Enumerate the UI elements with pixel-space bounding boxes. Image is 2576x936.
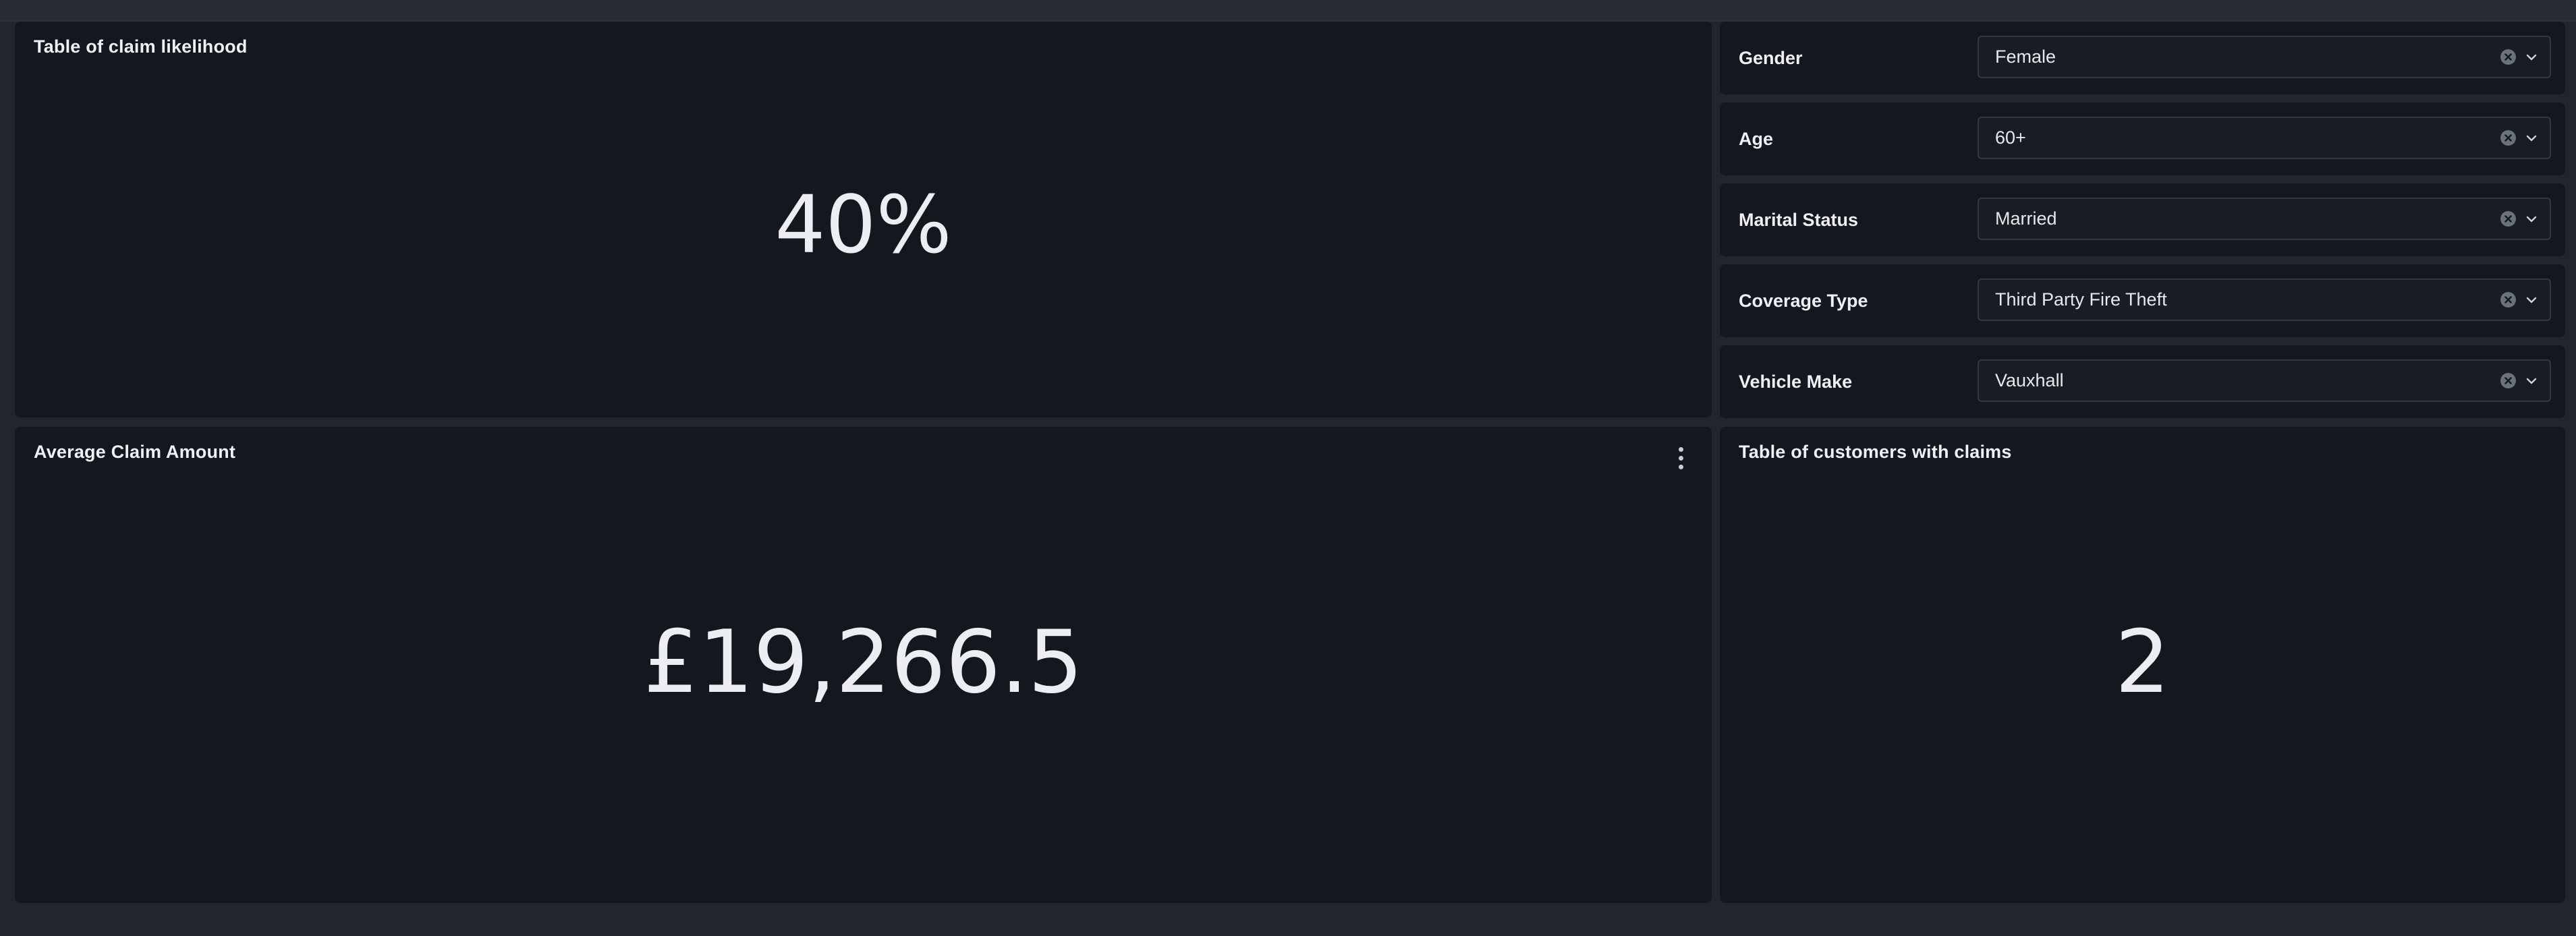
- customers-with-claims-panel: Table of customers with claims 2: [1720, 427, 2565, 903]
- filter-gender: Gender Female: [1720, 22, 2565, 94]
- clear-icon[interactable]: [2500, 130, 2516, 146]
- coverage-type-select[interactable]: Third Party Fire Theft: [1978, 279, 2551, 321]
- customers-with-claims-value: 2: [2115, 612, 2171, 713]
- chevron-down-icon[interactable]: [2524, 212, 2539, 227]
- filter-label: Gender: [1739, 48, 1803, 68]
- filter-label: Vehicle Make: [1739, 372, 1853, 392]
- kebab-menu-icon[interactable]: [1673, 443, 1689, 473]
- average-claim-value: £19,266.5: [643, 612, 1084, 713]
- filter-label: Coverage Type: [1739, 291, 1868, 311]
- top-toolbar-strip: [0, 0, 2576, 22]
- select-value: 60+: [1995, 127, 2026, 148]
- gender-select[interactable]: Female: [1978, 36, 2551, 78]
- chevron-down-icon[interactable]: [2524, 131, 2539, 146]
- clear-icon[interactable]: [2500, 211, 2516, 227]
- clear-icon[interactable]: [2500, 49, 2516, 65]
- select-value: Married: [1995, 208, 2057, 229]
- filter-coverage-type: Coverage Type Third Party Fire Theft: [1720, 264, 2565, 337]
- filter-label: Age: [1739, 129, 1774, 149]
- claim-likelihood-panel: Table of claim likelihood 40%: [15, 22, 1712, 417]
- chevron-down-icon[interactable]: [2524, 374, 2539, 388]
- average-claim-panel: Average Claim Amount £19,266.5: [15, 427, 1712, 903]
- clear-icon[interactable]: [2500, 292, 2516, 308]
- filter-label: Marital Status: [1739, 210, 1859, 230]
- filter-age: Age 60+: [1720, 103, 2565, 175]
- marital-status-select[interactable]: Married: [1978, 198, 2551, 240]
- filter-marital-status: Marital Status Married: [1720, 183, 2565, 256]
- panel-title: Table of claim likelihood: [34, 36, 248, 57]
- panel-title: Average Claim Amount: [34, 442, 236, 462]
- age-select[interactable]: 60+: [1978, 117, 2551, 159]
- filter-vehicle-make: Vehicle Make Vauxhall: [1720, 345, 2565, 418]
- select-value: Vauxhall: [1995, 370, 2064, 390]
- select-value: Female: [1995, 47, 2056, 67]
- panel-title: Table of customers with claims: [1739, 442, 2012, 462]
- vehicle-make-select[interactable]: Vauxhall: [1978, 359, 2551, 402]
- clear-icon[interactable]: [2500, 373, 2516, 388]
- chevron-down-icon[interactable]: [2524, 50, 2539, 65]
- select-value: Third Party Fire Theft: [1995, 289, 2167, 310]
- chevron-down-icon[interactable]: [2524, 293, 2539, 308]
- claim-likelihood-value: 40%: [775, 178, 952, 271]
